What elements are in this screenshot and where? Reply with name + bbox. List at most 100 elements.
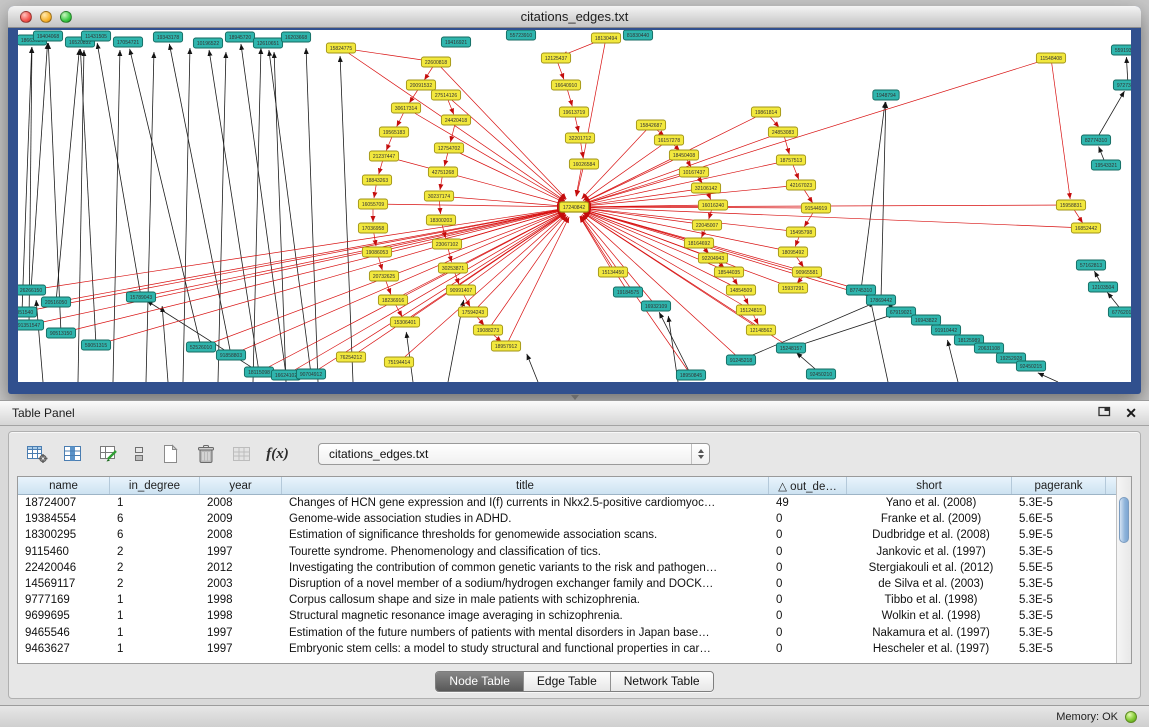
graph-edge[interactable] — [791, 314, 894, 348]
table-cell[interactable]: 0 — [769, 578, 847, 590]
column-header-in-degree[interactable]: in_degree — [110, 477, 200, 494]
table-row[interactable]: 1456911722003Disruption of a novel membe… — [18, 576, 1116, 592]
graph-edge[interactable] — [1038, 373, 1058, 382]
graph-edge[interactable] — [384, 156, 563, 204]
zoom-window-button[interactable] — [60, 11, 72, 23]
graph-edge[interactable] — [436, 62, 566, 199]
table-cell[interactable]: 6 — [110, 513, 200, 525]
table-cell[interactable]: 1 — [110, 497, 200, 509]
table-cell[interactable]: 1 — [110, 627, 200, 639]
table-cell[interactable]: 5.3E-5 — [1012, 643, 1106, 655]
graph-edge[interactable] — [1051, 58, 1070, 199]
table-cell[interactable]: 5.6E-5 — [1012, 513, 1106, 525]
graph-edge[interactable] — [527, 354, 538, 382]
table-cell[interactable]: 1 — [110, 610, 200, 622]
column-header-year[interactable]: year — [200, 477, 282, 494]
graph-edge[interactable] — [162, 306, 168, 382]
table-cell[interactable]: 18300295 — [18, 529, 110, 541]
graph-edge[interactable] — [311, 213, 565, 374]
table-cell[interactable]: 2008 — [200, 497, 282, 509]
table-cell[interactable]: 1998 — [200, 594, 282, 606]
tab-edge-table[interactable]: Edge Table — [524, 672, 611, 691]
graph-edge[interactable] — [861, 102, 885, 290]
table-cell[interactable]: 49 — [769, 497, 847, 509]
table-cell[interactable]: 5.3E-5 — [1012, 578, 1106, 590]
splitter-handle[interactable] — [571, 395, 579, 400]
window-titlebar[interactable]: citations_edges.txt — [8, 6, 1141, 28]
close-window-button[interactable] — [20, 11, 32, 23]
graph-edge[interactable] — [580, 216, 613, 272]
table-cell[interactable]: Stergiakouli et al. (2012) — [847, 562, 1012, 574]
table-cell[interactable]: 19384554 — [18, 513, 110, 525]
table-cell[interactable]: Franke et al. (2009) — [847, 513, 1012, 525]
table-selector-dropdown[interactable]: citations_edges.txt — [318, 443, 710, 465]
table-cell[interactable]: 9777169 — [18, 594, 110, 606]
column-header-name[interactable]: name — [18, 477, 110, 494]
graph-edge[interactable] — [585, 210, 861, 290]
table-row[interactable]: 2242004622012Investigating the contribut… — [18, 560, 1116, 576]
table-cell[interactable]: 0 — [769, 594, 847, 606]
table-row[interactable]: 1938455462009Genome-wide association stu… — [18, 511, 1116, 527]
graph-edge[interactable] — [31, 209, 563, 290]
table-cell[interactable]: 5.3E-5 — [1012, 594, 1106, 606]
graph-edge[interactable] — [406, 108, 565, 201]
graph-edge[interactable] — [881, 102, 886, 300]
table-cell[interactable]: 9699695 — [18, 610, 110, 622]
graph-edge[interactable] — [473, 215, 566, 312]
table-cell[interactable]: 2 — [110, 562, 200, 574]
graph-edge[interactable] — [506, 217, 569, 346]
column-header-title[interactable]: title — [282, 477, 769, 494]
graph-edge[interactable] — [146, 52, 154, 382]
tab-node-table[interactable]: Node Table — [436, 672, 524, 691]
column-selector-icon[interactable] — [59, 441, 86, 467]
graph-edge[interactable] — [1096, 91, 1124, 140]
column-header-out-de[interactable]: △ out_de… — [769, 477, 847, 494]
table-cell[interactable]: Genome-wide association studies in ADHD. — [282, 513, 769, 525]
table-cell[interactable]: 2 — [110, 578, 200, 590]
graph-edge[interactable] — [286, 213, 564, 375]
table-cell[interactable]: de Silva et al. (2003) — [847, 578, 1012, 590]
table-row[interactable]: 946554611997Estimation of the future num… — [18, 625, 1116, 641]
table-cell[interactable]: Hescheler et al. (1997) — [847, 643, 1012, 655]
column-header-short[interactable]: short — [847, 477, 1012, 494]
graph-edge[interactable] — [449, 148, 564, 202]
graph-edge[interactable] — [580, 216, 628, 292]
table-cell[interactable]: 2008 — [200, 529, 282, 541]
table-cell[interactable]: Embryonic stem cells: a model to study s… — [282, 643, 769, 655]
table-cell[interactable]: 1997 — [200, 546, 282, 558]
table-cell[interactable]: Tibbo et al. (1998) — [847, 594, 1012, 606]
table-cell[interactable]: 5.3E-5 — [1012, 610, 1106, 622]
table-cell[interactable]: 0 — [769, 546, 847, 558]
graph-edge[interactable] — [439, 196, 563, 206]
graph-edge[interactable] — [169, 44, 231, 355]
table-cell[interactable]: Dudbridge et al. (2008) — [847, 529, 1012, 541]
table-cell[interactable]: Tourette syndrome. Phenomenology and cla… — [282, 546, 769, 558]
minimize-window-button[interactable] — [40, 11, 52, 23]
delete-column-icon[interactable] — [192, 441, 219, 467]
table-cell[interactable]: 5.9E-5 — [1012, 529, 1106, 541]
table-cell[interactable]: 9463627 — [18, 643, 110, 655]
table-cell[interactable]: Changes of HCN gene expression and I(f) … — [282, 497, 769, 509]
table-scrollbar[interactable] — [1116, 477, 1131, 663]
graph-edge[interactable] — [147, 301, 259, 372]
table-cell[interactable]: 1997 — [200, 627, 282, 639]
table-row[interactable]: 946362711997Embryonic stem cells: a mode… — [18, 641, 1116, 657]
function-builder-icon[interactable]: f(x) — [264, 441, 291, 467]
table-cell[interactable]: 1 — [110, 594, 200, 606]
table-cell[interactable]: Disruption of a novel member of a sodium… — [282, 578, 769, 590]
table-cell[interactable]: 0 — [769, 562, 847, 574]
graph-edge[interactable] — [56, 209, 563, 302]
float-panel-icon[interactable] — [1098, 406, 1111, 420]
table-cell[interactable]: 2009 — [200, 513, 282, 525]
column-header-pagerank[interactable]: pagerank — [1012, 477, 1106, 494]
table-cell[interactable]: 5.3E-5 — [1012, 497, 1106, 509]
table-row[interactable]: 911546021997Tourette syndrome. Phenomeno… — [18, 544, 1116, 560]
table-cell[interactable]: 2003 — [200, 578, 282, 590]
table-cell[interactable]: 2 — [110, 546, 200, 558]
table-cell[interactable]: 14569117 — [18, 578, 110, 590]
edit-table-icon[interactable] — [95, 441, 122, 467]
table-cell[interactable]: 0 — [769, 513, 847, 525]
table-row[interactable]: 977716911998Corpus callosum shape and si… — [18, 592, 1116, 608]
graph-edge[interactable] — [659, 312, 691, 375]
table-cell[interactable]: Jankovic et al. (1997) — [847, 546, 1012, 558]
